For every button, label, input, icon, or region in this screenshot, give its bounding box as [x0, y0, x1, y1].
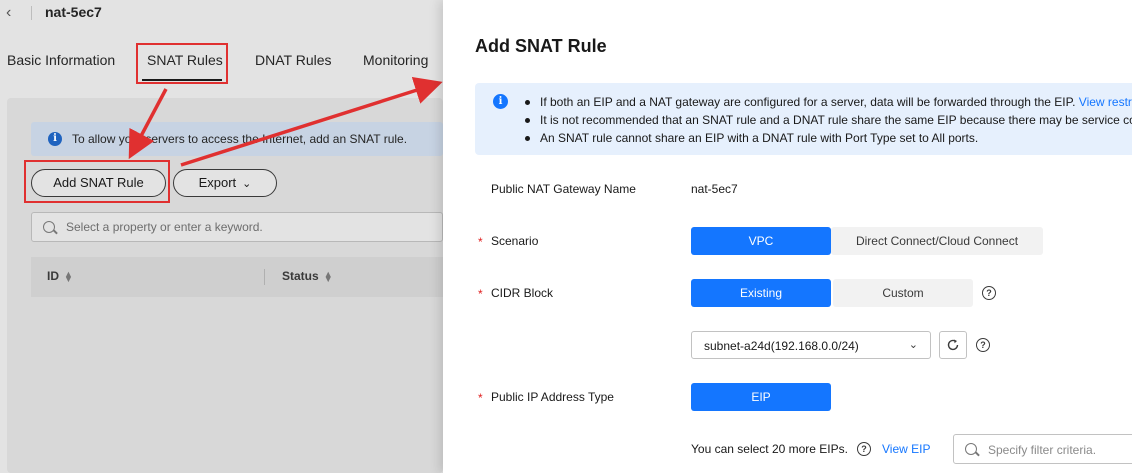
view-restrictions-link[interactable]: View restr: [1079, 95, 1132, 109]
highlight-box-tab: [136, 43, 228, 84]
info-item: If both an EIP and a NAT gateway are con…: [525, 93, 1132, 111]
search-input[interactable]: Select a property or enter a keyword.: [31, 212, 443, 242]
eip-filter-input[interactable]: Specify filter criteria.: [953, 434, 1132, 464]
ip-type-option-eip[interactable]: EIP: [691, 383, 831, 411]
highlight-box-button: [24, 160, 170, 203]
view-eip-link[interactable]: View EIP: [882, 442, 930, 456]
info-icon: i: [493, 94, 508, 109]
info-item-text: If both an EIP and a NAT gateway are con…: [540, 95, 1076, 109]
info-list: If both an EIP and a NAT gateway are con…: [525, 93, 1132, 147]
chevron-left-icon[interactable]: ‹: [6, 4, 22, 22]
eip-count-note: You can select 20 more EIPs.: [691, 442, 848, 456]
subnet-select[interactable]: subnet-a24d(192.168.0.0/24) ⌄: [691, 331, 931, 359]
refresh-button[interactable]: [939, 331, 967, 359]
filter-placeholder: Specify filter criteria.: [988, 443, 1097, 457]
notice-banner: i To allow your servers to access the In…: [31, 122, 443, 156]
required-marker: *: [478, 287, 483, 301]
top-bar: ‹ nat-5ec7: [0, 0, 443, 28]
sort-icon[interactable]: ▲ ▼: [324, 269, 333, 283]
info-item: An SNAT rule cannot share an EIP with a …: [525, 129, 1132, 147]
required-marker: *: [478, 391, 483, 405]
search-icon: [43, 221, 55, 233]
info-item-text: It is not recommended that an SNAT rule …: [540, 113, 1132, 127]
tab-basic-information[interactable]: Basic Information: [7, 52, 115, 68]
public-ip-type-label: Public IP Address Type: [491, 390, 614, 404]
info-box: i If both an EIP and a NAT gateway are c…: [475, 83, 1132, 155]
column-status[interactable]: Status ▲ ▼: [282, 269, 333, 283]
column-id[interactable]: ID ▲ ▼: [47, 269, 73, 283]
required-marker: *: [478, 235, 483, 249]
column-id-label: ID: [47, 269, 59, 283]
info-icon: i: [48, 132, 62, 146]
chevron-down-icon: ⌄: [242, 178, 252, 190]
gateway-name-value: nat-5ec7: [691, 182, 738, 196]
gateway-name-label: Public NAT Gateway Name: [491, 182, 636, 196]
cidr-option-custom[interactable]: Custom: [833, 279, 973, 307]
cidr-block-label: CIDR Block: [491, 286, 554, 300]
column-status-label: Status: [282, 269, 319, 283]
table-header: ID ▲ ▼ Status ▲ ▼: [31, 257, 443, 297]
chevron-down-icon: ⌄: [908, 339, 918, 351]
search-icon: [965, 443, 977, 455]
info-item-text: An SNAT rule cannot share an EIP with a …: [540, 131, 979, 145]
drawer-title: Add SNAT Rule: [475, 36, 607, 56]
divider: [31, 6, 32, 20]
help-icon[interactable]: ?: [976, 338, 990, 352]
info-item: It is not recommended that an SNAT rule …: [525, 111, 1132, 129]
refresh-icon: [947, 339, 959, 351]
export-label: Export: [198, 175, 237, 190]
notice-text: To allow your servers to access the Inte…: [72, 132, 408, 146]
add-snat-rule-drawer: Add SNAT Rule i If both an EIP and a NAT…: [443, 0, 1132, 473]
tab-dnat-rules[interactable]: DNAT Rules: [255, 52, 332, 68]
export-button[interactable]: Export ⌄: [173, 169, 277, 197]
column-divider: [264, 269, 265, 285]
help-icon[interactable]: ?: [982, 286, 996, 300]
subnet-select-value: subnet-a24d(192.168.0.0/24): [704, 339, 859, 353]
sort-icon[interactable]: ▲ ▼: [64, 269, 73, 283]
scenario-option-direct-connect[interactable]: Direct Connect/Cloud Connect: [831, 227, 1043, 255]
cidr-option-existing[interactable]: Existing: [691, 279, 831, 307]
page-title: nat-5ec7: [45, 4, 102, 20]
tab-monitoring[interactable]: Monitoring: [363, 52, 428, 68]
scenario-label: Scenario: [491, 234, 539, 248]
scenario-option-vpc[interactable]: VPC: [691, 227, 831, 255]
help-icon[interactable]: ?: [857, 442, 871, 456]
search-placeholder: Select a property or enter a keyword.: [66, 220, 263, 234]
